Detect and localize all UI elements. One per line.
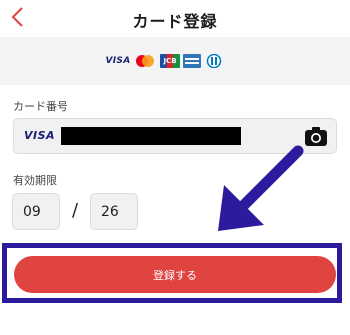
accepted-brands-bar: VISA JCB xyxy=(0,37,350,85)
expiry-year-field[interactable]: 26 xyxy=(90,193,138,230)
diners-logo xyxy=(204,54,224,68)
arrow-annotation-icon xyxy=(218,145,304,231)
page-title: カード登録 xyxy=(132,12,218,31)
brand-logo-row: VISA JCB xyxy=(106,54,224,68)
jcb-logo: JCB xyxy=(160,54,180,68)
mastercard-logo xyxy=(133,54,157,68)
amex-logo xyxy=(183,54,201,68)
expiry-separator: / xyxy=(72,200,79,221)
card-number-label: カード番号 xyxy=(13,100,68,113)
register-button-label: 登録する xyxy=(153,268,197,282)
register-button[interactable]: 登録する xyxy=(14,256,336,293)
expiry-label: 有効期限 xyxy=(13,174,57,187)
visa-logo: VISA xyxy=(105,56,131,66)
expiry-month-field[interactable]: 09 xyxy=(12,193,60,230)
header: カード登録 xyxy=(0,0,350,36)
card-brand-indicator: VISA xyxy=(24,129,56,142)
